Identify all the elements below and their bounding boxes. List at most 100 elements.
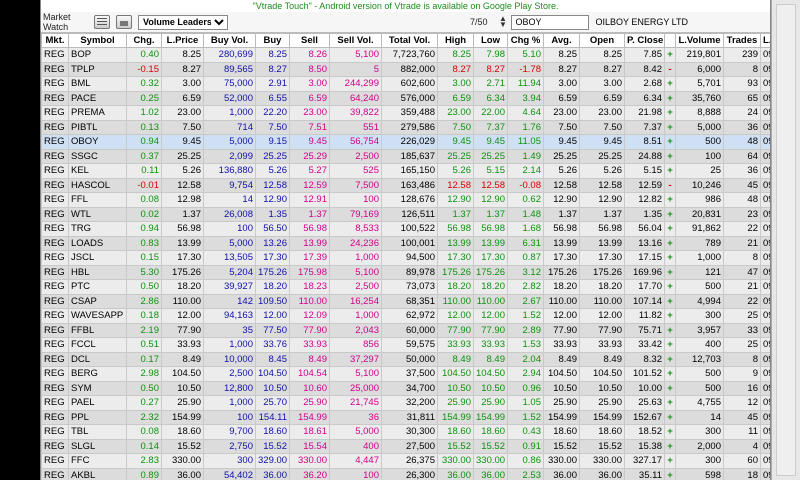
table-row[interactable]: REG PREMA 1.02 23.00 1,000 22.20 23.00 39,822 35… — [41, 105, 770, 121]
table-row[interactable]: REG WTL 0.02 1.37 26,008 1.35 1.37 79,169 126,51… — [41, 206, 770, 222]
table-row[interactable]: REG PIBTL 0.13 7.50 714 7.50 7.51 551 279,586 7.5… — [41, 119, 770, 135]
cell-arr: + — [664, 76, 676, 92]
table-row[interactable]: REG TPLP -0.15 8.27 89,565 8.27 8.50 5 882,000 8.… — [41, 61, 770, 77]
table-row[interactable]: REG BML 0.32 3.00 75,000 2.91 3.00 244,299 602,6… — [41, 76, 770, 92]
symbol-input[interactable] — [511, 14, 590, 30]
table-row[interactable]: REG FFC 2.83 330.00 300 329.00 330.00 4,447 26,3… — [41, 453, 770, 469]
column-header[interactable]: Sell Vol. — [329, 33, 382, 48]
table-row[interactable]: REG PACE 0.25 6.59 52,000 6.55 6.59 64,240 576,0… — [41, 90, 770, 106]
cell-lt: 09: — [760, 380, 770, 396]
cell-lt: 09: — [760, 163, 770, 179]
table-row[interactable]: REG BOP 0.40 8.25 280,699 8.25 8.26 5,100 7,723,… — [41, 47, 770, 63]
table-row[interactable]: REG PPL 2.32 154.99 100 154.11 154.99 36 31,811 1… — [41, 409, 770, 425]
view-select[interactable]: Volume Leaders — [138, 14, 228, 30]
cell-open: 15.52 — [579, 438, 625, 454]
cell-hi: 13.99 — [437, 235, 474, 251]
cell-lo: 7.37 — [473, 119, 508, 135]
cell-tr: 21 — [723, 235, 761, 251]
grid-icon[interactable] — [94, 15, 110, 29]
cell-mkt: REG — [41, 105, 69, 121]
cell-lo: 25.90 — [473, 395, 508, 411]
column-header[interactable]: Sell — [289, 33, 330, 48]
column-header[interactable]: Chg % — [507, 33, 544, 48]
cell-open: 10.50 — [579, 380, 625, 396]
column-header[interactable]: Chg. — [126, 33, 162, 48]
column-header[interactable]: Avg. — [543, 33, 580, 48]
table-row[interactable]: REG AKBL 0.89 36.00 54,402 36.00 36.20 100 26,30… — [41, 467, 770, 480]
cell-tv: 126,511 — [381, 206, 438, 222]
cell-chg: 0.17 — [126, 351, 162, 367]
table-row[interactable]: REG OBOY 0.94 9.45 5,000 9.15 9.45 56,754 226,02… — [41, 134, 770, 150]
cell-mkt: REG — [41, 395, 69, 411]
cell-pc: 6.34 — [624, 90, 665, 106]
table-row[interactable]: REG FFBL 2.19 77.90 35 77.50 77.90 2,043 60,000 7… — [41, 322, 770, 338]
table-row[interactable]: REG PAEL 0.27 25.90 1,000 25.70 25.90 21,745 32,… — [41, 395, 770, 411]
cell-tv: 602,600 — [381, 76, 438, 92]
cell-lo: 6.34 — [473, 90, 508, 106]
scrollbar-track[interactable] — [776, 4, 796, 476]
cell-lv: 300 — [675, 424, 724, 440]
cell-sell: 56.98 — [289, 221, 330, 237]
column-header[interactable]: Trades — [723, 33, 761, 48]
table-row[interactable]: REG WAVESAPP 0.18 12.00 94,163 12.00 12.09 1,00… — [41, 308, 770, 324]
cell-mkt: REG — [41, 293, 69, 309]
cell-lt: 09: — [760, 134, 770, 150]
column-header[interactable]: Low — [473, 33, 508, 48]
column-header[interactable]: Total Vol. — [381, 33, 438, 48]
cell-avg: 23.00 — [543, 105, 580, 121]
cell-lo: 12.58 — [473, 177, 508, 193]
printer-icon[interactable] — [116, 15, 132, 29]
table-row[interactable]: REG PTC 0.50 18.20 39,927 18.20 18.23 2,500 73,0… — [41, 279, 770, 295]
column-header[interactable]: P. Close — [624, 33, 665, 48]
table-row[interactable]: REG JSCL 0.15 17.30 13,505 17.30 17.39 1,000 94,… — [41, 250, 770, 266]
cell-sell: 1.37 — [289, 206, 330, 222]
cell-mkt: REG — [41, 177, 69, 193]
column-header[interactable]: High — [437, 33, 474, 48]
table-row[interactable]: REG BERG 2.98 104.50 2,500 104.50 104.54 5,100 3… — [41, 366, 770, 382]
cell-lp: 1.37 — [161, 206, 204, 222]
cell-mkt: REG — [41, 76, 69, 92]
cell-arr: - — [664, 177, 676, 193]
table-row[interactable]: REG DCL 0.17 8.49 10,000 8.45 8.49 37,297 50,000… — [41, 351, 770, 367]
vertical-scrollbar[interactable] — [771, 0, 800, 480]
cell-pc: 56.04 — [624, 221, 665, 237]
column-header[interactable]: Buy — [255, 33, 290, 48]
cell-chg: 0.94 — [126, 221, 162, 237]
table-row[interactable]: REG HASCOL -0.01 12.58 9,754 12.58 12.59 7,500 1… — [41, 177, 770, 193]
table-header: Mkt. Symbol Chg. L.Price Buy Vol. Buy Sell Sell… — [41, 33, 770, 48]
table-row[interactable]: REG SYM 0.50 10.50 12,800 10.50 10.60 25,000 34,… — [41, 380, 770, 396]
sort-updown-icon[interactable]: ▲ ▼ — [497, 15, 508, 29]
cell-sell: 15.54 — [289, 438, 330, 454]
column-header[interactable]: Buy Vol. — [203, 33, 256, 48]
column-header[interactable]: Symbol — [68, 33, 127, 48]
cell-arr: + — [664, 221, 676, 237]
cell-avg: 18.60 — [543, 424, 580, 440]
table-row[interactable]: REG CSAP 2.86 110.00 142 109.50 110.00 16,254 68… — [41, 293, 770, 309]
cell-lv: 20,831 — [675, 206, 724, 222]
cell-lp: 18.20 — [161, 279, 204, 295]
cell-tv: 279,586 — [381, 119, 438, 135]
column-header[interactable]: L.T — [760, 33, 770, 48]
table-row[interactable]: REG LOADS 0.83 13.99 5,000 13.26 13.99 24,236 10… — [41, 235, 770, 251]
table-row[interactable]: REG HBL 5.30 175.26 5,204 175.26 175.98 5,100 89… — [41, 264, 770, 280]
column-header[interactable]: Open — [579, 33, 625, 48]
column-header[interactable] — [664, 33, 676, 48]
table-row[interactable]: REG TRG 0.94 56.98 100 56.50 56.98 8,533 100,522… — [41, 221, 770, 237]
cell-open: 12.90 — [579, 192, 625, 208]
table-row[interactable]: REG KEL 0.11 5.26 136,880 5.26 5.27 525 165,150 5… — [41, 163, 770, 179]
table-row[interactable]: REG FFL 0.08 12.98 14 12.90 12.91 100 128,676 12.… — [41, 192, 770, 208]
table-row[interactable]: REG SSGC 0.37 25.25 2,099 25.25 25.29 2,500 185,… — [41, 148, 770, 164]
column-header[interactable]: L.Volume — [675, 33, 724, 48]
cell-bv: 10,000 — [203, 351, 256, 367]
table-row[interactable]: REG TBL 0.08 18.60 9,700 18.60 18.61 5,000 30,30… — [41, 424, 770, 440]
cell-sv: 2,043 — [329, 322, 382, 338]
table-row[interactable]: REG FCCL 0.51 33.93 1,000 33.76 33.93 856 59,575… — [41, 337, 770, 353]
cell-bv: 39,927 — [203, 279, 256, 295]
table-row[interactable]: REG SLGL 0.14 15.52 2,750 15.52 15.54 400 27,500… — [41, 438, 770, 454]
cell-avg: 175.26 — [543, 264, 580, 280]
cell-buy: 154.11 — [255, 409, 290, 425]
column-header[interactable]: L.Price — [161, 33, 204, 48]
column-header[interactable]: Mkt. — [41, 33, 69, 48]
cell-avg: 1.37 — [543, 206, 580, 222]
cell-open: 7.50 — [579, 119, 625, 135]
